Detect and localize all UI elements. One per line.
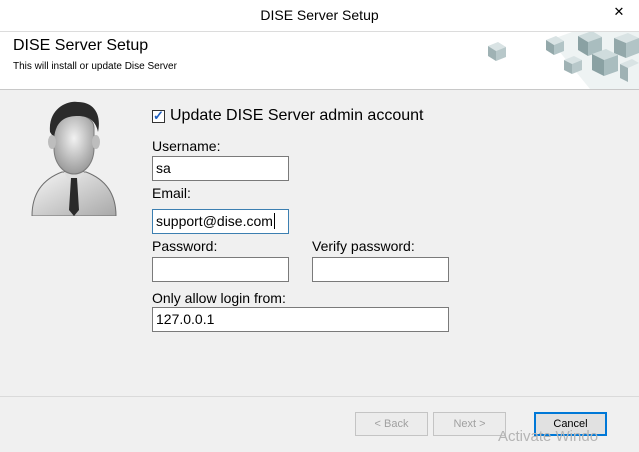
username-value: sa [156,160,171,176]
verify-password-label: Verify password: [312,238,415,254]
allow-login-from-label: Only allow login from: [152,290,286,306]
email-label: Email: [152,185,191,201]
verify-password-input[interactable] [312,257,449,282]
username-label: Username: [152,138,221,154]
wizard-header: DISE Server Setup This will install or u… [0,32,639,90]
header-title: DISE Server Setup [13,37,149,54]
activation-watermark: Activate Windo [498,428,599,445]
email-value: support@dise.com [156,213,273,229]
close-icon[interactable]: ✕ [612,5,626,19]
header-subtitle: This will install or update Dise Server [13,61,177,72]
checkmark-icon: ✓ [153,108,164,123]
next-button[interactable]: Next > [433,412,506,436]
password-label: Password: [152,238,218,254]
update-account-checkbox[interactable]: ✓ [152,108,165,123]
footer-divider [0,396,639,397]
text-caret [273,213,275,229]
allow-login-from-value: 127.0.0.1 [156,311,215,327]
password-input[interactable] [152,257,289,282]
allow-login-from-input[interactable]: 127.0.0.1 [152,307,449,332]
window-title: DISE Server Setup [260,7,379,23]
email-input[interactable]: support@dise.com [152,209,289,234]
user-avatar-icon [31,101,117,216]
username-input[interactable]: sa [152,156,289,181]
cubes-logo-icon [488,32,639,89]
title-bar: DISE Server Setup ✕ [0,0,639,32]
back-button[interactable]: < Back [355,412,428,436]
update-account-label[interactable]: Update DISE Server admin account [170,107,423,125]
